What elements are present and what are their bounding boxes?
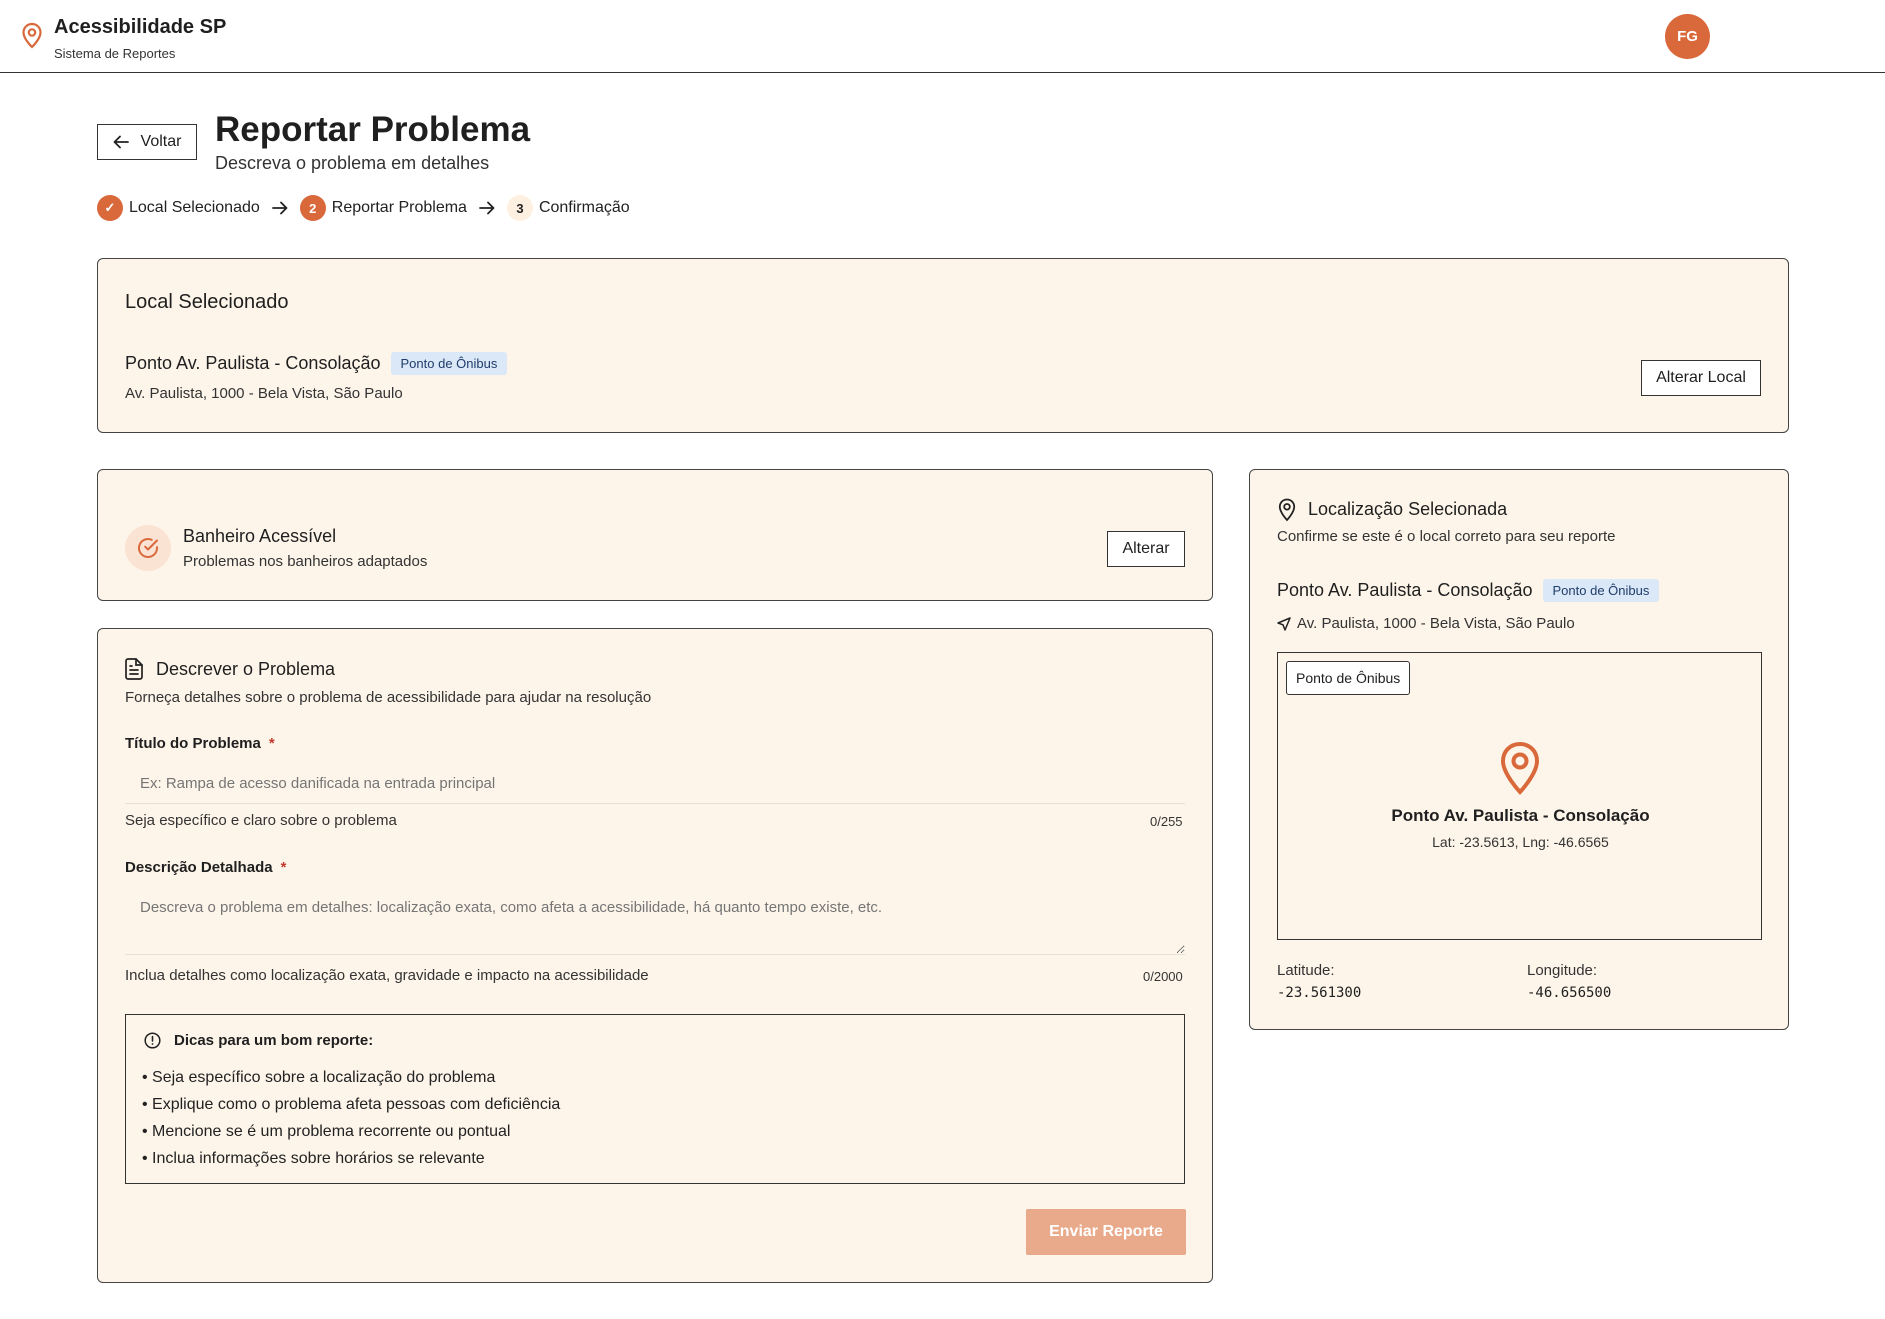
tips-list: • Seja específico sobre a localização do… — [142, 1064, 560, 1172]
step-todo-marker: 3 — [506, 195, 533, 221]
top-header: Acessibilidade SP Sistema de Reportes FG — [0, 0, 1885, 73]
required-mark: * — [268, 735, 275, 752]
describe-heading: Descrever o Problema — [156, 659, 336, 679]
app-subtitle: Sistema de Reportes — [54, 46, 176, 61]
location-subtitle: Confirme se este é o local correto para … — [1277, 528, 1616, 545]
submit-report-button[interactable]: Enviar Reporte — [1026, 1209, 1186, 1255]
category-title: Banheiro Acessível — [183, 526, 337, 546]
category-description: Problemas nos banheiros adaptados — [183, 553, 428, 570]
tip-item: • Explique como o problema afeta pessoas… — [142, 1096, 561, 1113]
longitude-value: -46.656500 — [1527, 985, 1612, 1001]
tips-heading: Dicas para um bom reporte: — [174, 1032, 374, 1049]
card-heading: Local Selecionado — [125, 291, 289, 313]
latitude-label: Latitude: — [1277, 962, 1335, 979]
latitude-value: -23.561300 — [1277, 985, 1362, 1001]
step-label-report: Reportar Problema — [331, 199, 467, 216]
title-input[interactable] — [125, 764, 1185, 804]
tip-item: • Seja específico sobre a localização do… — [142, 1069, 496, 1086]
check-circle-icon — [138, 538, 158, 558]
description-hint: Inclua detalhes como localização exata, … — [125, 967, 649, 984]
change-category-button[interactable]: Alterar — [1107, 531, 1185, 567]
description-textarea[interactable] — [125, 887, 1185, 955]
location-card: Localização Selecionada Confirme se este… — [1249, 469, 1789, 1030]
category-icon-wrap — [125, 525, 171, 571]
location-place-name: Ponto Av. Paulista - Consolação — [1277, 580, 1533, 600]
step-label-local: Local Selecionado — [129, 199, 260, 216]
arrow-left-icon — [113, 135, 129, 149]
back-button[interactable]: Voltar — [97, 124, 197, 160]
description-field-label-row: Descrição Detalhada * — [125, 859, 286, 876]
app-title[interactable]: Acessibilidade SP — [54, 16, 226, 39]
page-title: Reportar Problema — [215, 110, 531, 149]
map-pin-icon — [1278, 498, 1296, 522]
stepper: ✓ Local Selecionado 2 Reportar Problema … — [97, 195, 630, 221]
step-done-marker: ✓ — [97, 195, 123, 221]
alert-circle-icon — [144, 1032, 161, 1049]
place-type-badge: Ponto de Ônibus — [390, 352, 508, 375]
describe-problem-card: Descrever o Problema Forneça detalhes so… — [97, 628, 1213, 1283]
tips-box: Dicas para um bom reporte: • Seja especí… — [125, 1014, 1185, 1184]
user-avatar[interactable]: FG — [1665, 14, 1710, 59]
category-card: Banheiro Acessível Problemas nos banheir… — [97, 469, 1213, 601]
location-type-badge: Ponto de Ônibus — [1542, 579, 1660, 602]
title-hint: Seja específico e claro sobre o problema — [125, 812, 397, 829]
arrow-right-icon — [271, 201, 288, 215]
step-active-marker: 2 — [299, 195, 326, 221]
map-type-chip: Ponto de Ônibus — [1286, 661, 1411, 695]
title-field-label: Título do Problema — [125, 735, 261, 752]
selected-location-card: Local Selecionado Ponto Av. Paulista - C… — [97, 258, 1789, 433]
title-counter: 0/255 — [1150, 814, 1183, 829]
description-field-label: Descrição Detalhada — [125, 859, 273, 876]
step-label-confirm: Confirmação — [538, 199, 630, 216]
map-place-name: Ponto Av. Paulista - Consolação — [1391, 806, 1650, 825]
back-button-label: Voltar — [140, 133, 182, 150]
arrow-right-icon — [479, 201, 495, 215]
place-address: Av. Paulista, 1000 - Bela Vista, São Pau… — [125, 385, 403, 402]
description-counter: 0/2000 — [1143, 969, 1183, 984]
location-heading: Localização Selecionada — [1308, 499, 1508, 519]
describe-intro: Forneça detalhes sobre o problema de ace… — [125, 689, 652, 706]
tip-item: • Mencione se é um problema recorrente o… — [142, 1123, 511, 1140]
map-pin-icon — [1500, 741, 1540, 795]
change-location-button[interactable]: Alterar Local — [1641, 360, 1761, 396]
page-subtitle: Descreva o problema em detalhes — [215, 153, 490, 173]
navigation-icon — [1277, 616, 1291, 631]
map-coordinates: Lat: -23.5613, Lng: -46.6565 — [1432, 834, 1609, 850]
tip-item: • Inclua informações sobre horários se r… — [142, 1150, 485, 1167]
map-pin-icon — [22, 22, 42, 49]
document-icon — [125, 658, 143, 680]
place-name: Ponto Av. Paulista - Consolação — [125, 353, 381, 373]
location-address: Av. Paulista, 1000 - Bela Vista, São Pau… — [1297, 615, 1575, 632]
longitude-label: Longitude: — [1527, 962, 1598, 979]
required-mark: * — [280, 859, 287, 876]
map-preview[interactable]: Ponto de Ônibus Ponto Av. Paulista - Con… — [1277, 652, 1762, 940]
title-field-label-row: Título do Problema * — [125, 735, 275, 752]
